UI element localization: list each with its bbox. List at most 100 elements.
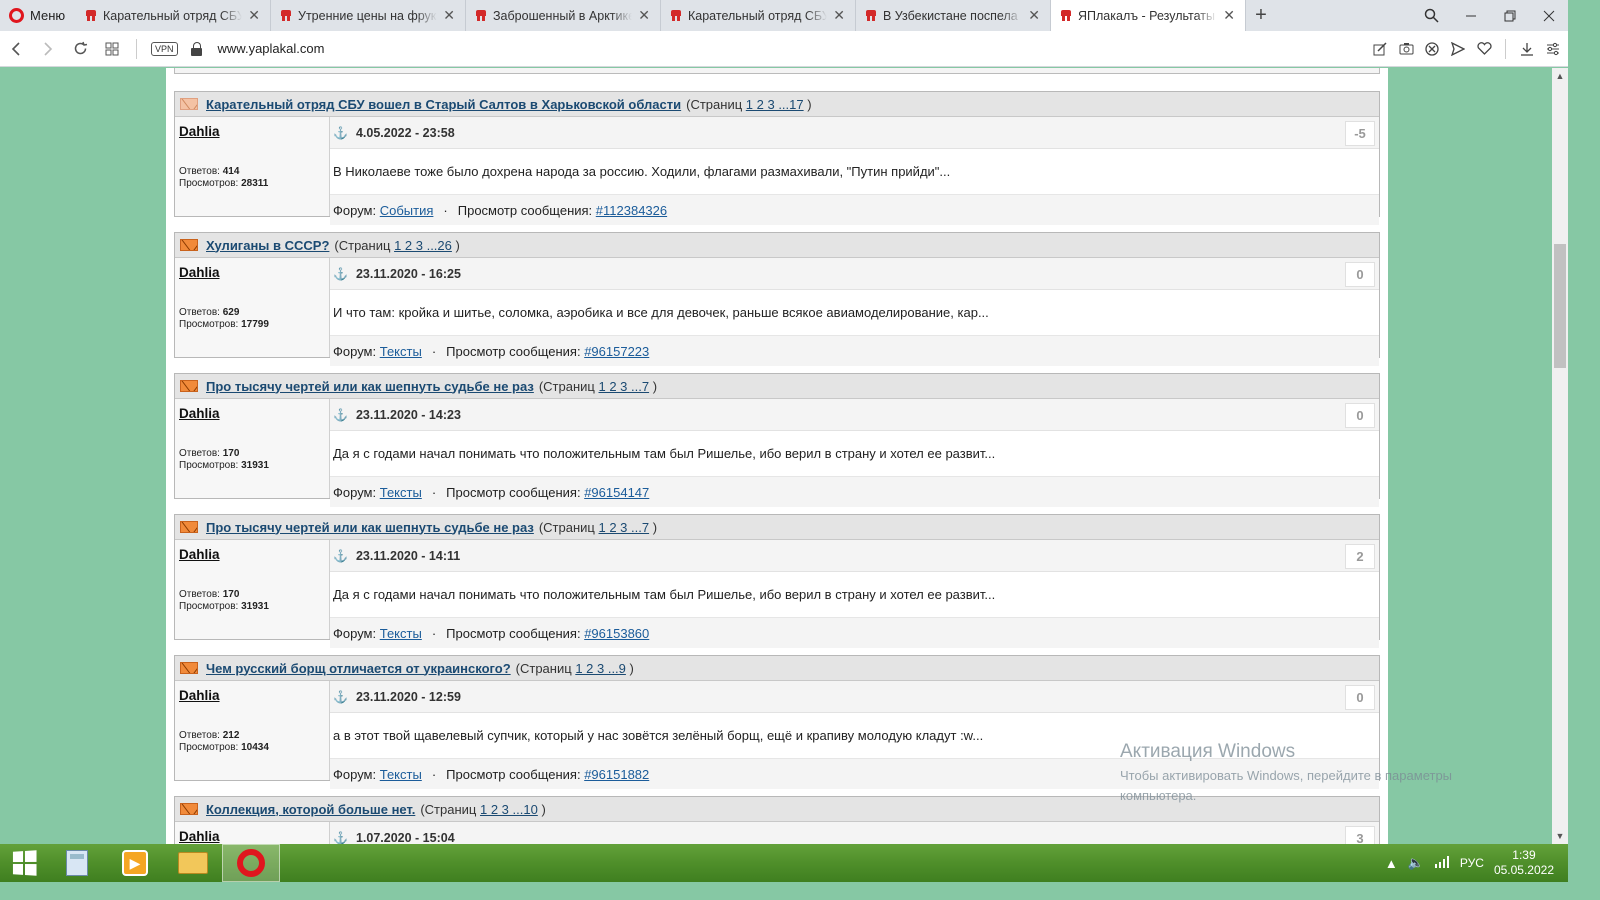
search-result-post: Хулиганы в СССР? (Страниц 1 2 3 ...26 ) …	[174, 232, 1380, 366]
message-link[interactable]: #96153860	[584, 626, 649, 641]
forum-link[interactable]: События	[380, 203, 434, 218]
browser-tab[interactable]: Карательный отряд СБУ в ✕	[76, 0, 271, 31]
browser-tab[interactable]: В Узбекистане поспела по ✕	[856, 0, 1051, 31]
opera-logo-icon	[9, 8, 24, 23]
author-link[interactable]: Dahlia	[179, 406, 220, 421]
pages-link[interactable]: 1 2 3 ...26	[394, 238, 452, 253]
url-field[interactable]: www.yaplakal.com	[218, 41, 1369, 56]
language-indicator[interactable]: РУС	[1460, 856, 1484, 870]
tab-close-icon[interactable]: ✕	[1223, 7, 1235, 24]
search-result-post: Карательный отряд СБУ вошел в Старый Сал…	[174, 91, 1380, 225]
taskbar-opera[interactable]	[222, 844, 280, 882]
browser-tab[interactable]: Заброшенный в Арктике ✕	[466, 0, 661, 31]
post-header: Про тысячу чертей или как шепнуть судьбе…	[175, 515, 1379, 540]
pages-info: (Страниц 1 2 3 ...7 )	[538, 378, 658, 394]
message-link[interactable]: #112384326	[596, 203, 667, 218]
scroll-up-arrow-icon[interactable]: ▲	[1552, 68, 1568, 84]
edit-icon[interactable]	[1369, 38, 1391, 60]
forum-link[interactable]: Тексты	[380, 626, 422, 641]
new-tab-plus-icon[interactable]: +	[1246, 0, 1276, 31]
lock-icon[interactable]	[190, 41, 204, 56]
scroll-thumb[interactable]	[1554, 244, 1566, 368]
author-link[interactable]: Dahlia	[179, 829, 220, 844]
tab-search-icon[interactable]	[1412, 0, 1451, 31]
network-icon[interactable]	[1434, 855, 1450, 871]
post-meta: ⚓ 23.11.2020 - 14:11 2	[330, 540, 1379, 572]
author-link[interactable]: Dahlia	[179, 547, 220, 562]
forward-arrow-icon[interactable]	[32, 31, 64, 67]
anchor-icon[interactable]: ⚓	[333, 690, 348, 704]
minimize-icon[interactable]	[1451, 0, 1490, 31]
opera-menu-button[interactable]: Меню	[0, 0, 76, 31]
pages-link[interactable]: 1 2 3 ...9	[575, 661, 626, 676]
rating-badge: 2	[1345, 544, 1375, 569]
anchor-icon[interactable]: ⚓	[333, 408, 348, 422]
message-link[interactable]: #96151882	[584, 767, 649, 782]
pages-link[interactable]: 1 2 3 ...7	[599, 520, 650, 535]
author-link[interactable]: Dahlia	[179, 265, 220, 280]
volume-icon[interactable]: 🔈	[1408, 855, 1424, 871]
vertical-scrollbar[interactable]: ▲ ▼	[1552, 68, 1568, 844]
tab-close-icon[interactable]: ✕	[833, 7, 845, 24]
speed-dial-grid-icon[interactable]	[96, 31, 128, 67]
tab-close-icon[interactable]: ✕	[248, 7, 260, 24]
close-window-icon[interactable]	[1529, 0, 1568, 31]
taskbar-media-player[interactable]: ▶	[106, 844, 164, 882]
topic-stats: Ответов: 212 Просмотров: 10434	[179, 730, 269, 753]
topic-title-link[interactable]: Коллекция, которой больше нет.	[206, 802, 415, 817]
clock[interactable]: 1:39 05.05.2022	[1494, 848, 1554, 878]
pages-link[interactable]: 1 2 3 ...10	[480, 802, 538, 817]
search-result-post: Чем русский борщ отличается от украинско…	[174, 655, 1380, 789]
scroll-down-arrow-icon[interactable]: ▼	[1552, 828, 1568, 844]
topic-title-link[interactable]: Про тысячу чертей или как шепнуть судьбе…	[206, 520, 534, 535]
block-ads-icon[interactable]	[1421, 38, 1443, 60]
topic-title-link[interactable]: Про тысячу чертей или как шепнуть судьбе…	[206, 379, 534, 394]
yaplakal-favicon-icon	[475, 9, 487, 22]
anchor-icon[interactable]: ⚓	[333, 126, 348, 140]
browser-tab[interactable]: Утренние цены на фрукты ✕	[271, 0, 466, 31]
send-icon[interactable]	[1447, 38, 1469, 60]
heart-icon[interactable]	[1473, 38, 1495, 60]
reload-icon[interactable]	[64, 31, 96, 67]
topic-title-link[interactable]: Карательный отряд СБУ вошел в Старый Сал…	[206, 97, 681, 112]
forum-link[interactable]: Тексты	[380, 344, 422, 359]
back-arrow-icon[interactable]	[0, 31, 32, 67]
tab-close-icon[interactable]: ✕	[443, 7, 455, 24]
browser-tab[interactable]: Карательный отряд СБУ в ✕	[661, 0, 856, 31]
post-header: Про тысячу чертей или как шепнуть судьбе…	[175, 374, 1379, 399]
pages-link[interactable]: 1 2 3 ...7	[599, 379, 650, 394]
replies-count: 629	[222, 307, 240, 318]
address-bar: VPN www.yaplakal.com	[0, 31, 1568, 67]
anchor-icon[interactable]: ⚓	[333, 831, 348, 845]
tab-close-icon[interactable]: ✕	[1028, 7, 1040, 24]
message-link[interactable]: #96154147	[584, 485, 649, 500]
topic-title-link[interactable]: Хулиганы в СССР?	[206, 238, 329, 253]
author-link[interactable]: Dahlia	[179, 124, 220, 139]
start-button[interactable]	[0, 844, 48, 882]
vpn-badge[interactable]: VPN	[151, 41, 178, 56]
replies-count: 212	[222, 730, 240, 741]
download-icon[interactable]	[1516, 38, 1538, 60]
search-result-post: Про тысячу чертей или как шепнуть судьбе…	[174, 514, 1380, 648]
forum-link[interactable]: Тексты	[380, 485, 422, 500]
restore-icon[interactable]	[1490, 0, 1529, 31]
pages-link[interactable]: 1 2 3 ...17	[746, 97, 804, 112]
media-player-icon: ▶	[122, 850, 148, 876]
topic-title-link[interactable]: Чем русский борщ отличается от украинско…	[206, 661, 511, 676]
anchor-icon[interactable]: ⚓	[333, 267, 348, 281]
yaplakal-favicon-icon	[670, 9, 682, 22]
show-hidden-icons-icon[interactable]: ▲	[1385, 856, 1398, 871]
browser-tab-active[interactable]: ЯПлакалъ - Результаты по ✕	[1051, 0, 1246, 31]
taskbar-calculator[interactable]	[48, 844, 106, 882]
taskbar-file-explorer[interactable]	[164, 844, 222, 882]
easy-setup-icon[interactable]	[1542, 38, 1564, 60]
tab-title: В Узбекистане поспела по	[883, 8, 1023, 23]
author-link[interactable]: Dahlia	[179, 688, 220, 703]
topic-stats: Ответов: 414 Просмотров: 28311	[179, 166, 269, 189]
anchor-icon[interactable]: ⚓	[333, 549, 348, 563]
camera-icon[interactable]	[1395, 38, 1417, 60]
yaplakal-favicon-icon	[85, 9, 97, 22]
tab-close-icon[interactable]: ✕	[638, 7, 650, 24]
message-link[interactable]: #96157223	[584, 344, 649, 359]
forum-link[interactable]: Тексты	[380, 767, 422, 782]
